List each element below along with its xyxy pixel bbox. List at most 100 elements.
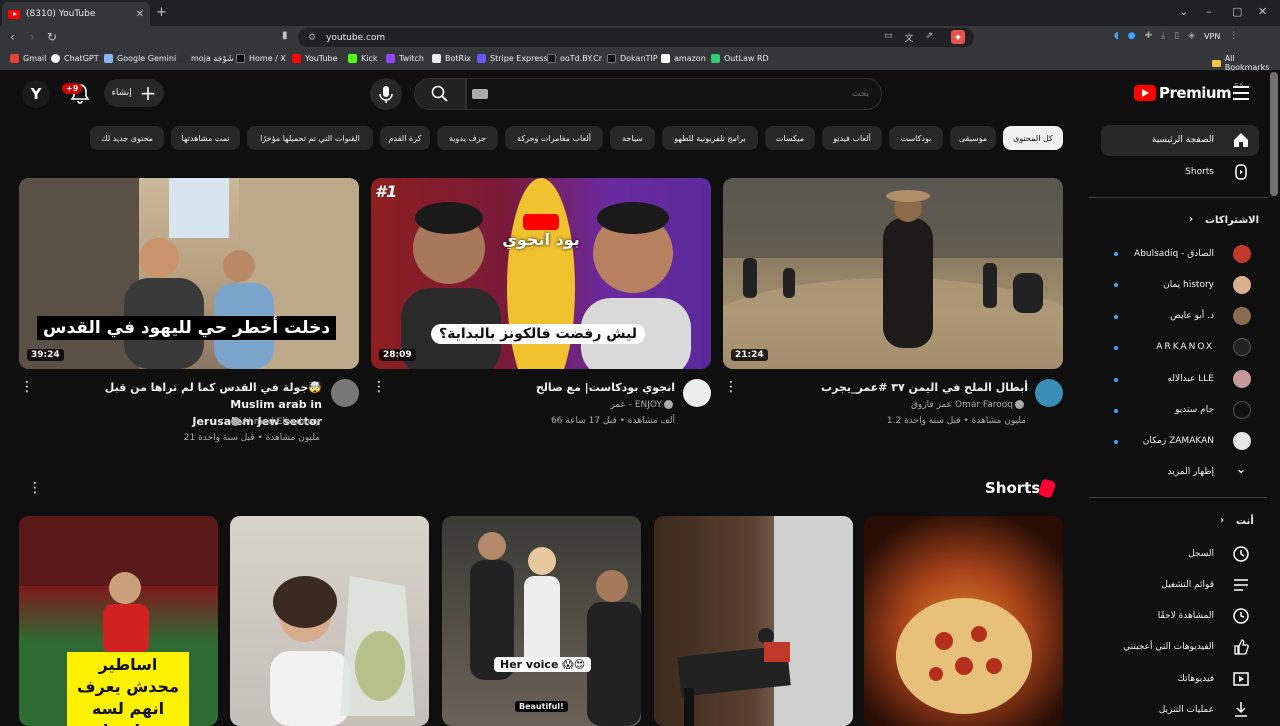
subscription-item[interactable]: يمان history bbox=[1110, 273, 1214, 297]
audio-icon[interactable]: ◖ bbox=[1114, 31, 1119, 41]
voice-search-button[interactable] bbox=[370, 78, 402, 110]
site-info-icon[interactable]: ⚙ bbox=[308, 33, 316, 43]
sidebar-scrollbar[interactable] bbox=[1270, 72, 1278, 196]
chip-tourism[interactable]: سياحة bbox=[610, 126, 655, 150]
translate-icon[interactable]: 文 bbox=[905, 31, 914, 44]
chip-all[interactable]: كل المحتوى bbox=[1003, 126, 1063, 150]
window-close-icon[interactable]: ✕ bbox=[1258, 5, 1267, 18]
tab-search-icon[interactable]: ⌄ bbox=[1179, 5, 1188, 18]
share-icon[interactable]: ⇗ bbox=[926, 31, 934, 44]
video-thumbnail[interactable]: #1 بود انجوي ليش رفضت فالكونز بالبداية؟ … bbox=[371, 178, 711, 369]
keyboard-icon[interactable] bbox=[472, 89, 488, 99]
all-bookmarks-button[interactable]: All Bookmarks bbox=[1212, 54, 1280, 72]
account-avatar[interactable]: Y bbox=[22, 80, 50, 108]
chip-mixes[interactable]: ميكسات bbox=[765, 126, 815, 150]
subscription-item[interactable]: ARKANOX bbox=[1110, 335, 1214, 359]
sidebar-item-playlists[interactable]: قوائم التشغيل bbox=[1110, 573, 1214, 597]
video-more-icon[interactable]: ⋮ bbox=[20, 380, 34, 394]
shorts-more-icon[interactable]: ⋮ bbox=[28, 480, 42, 496]
chevron-right-icon[interactable]: › bbox=[1189, 214, 1193, 225]
subscription-item[interactable]: Abulsadiq - الصادق bbox=[1110, 242, 1214, 266]
chip-music[interactable]: موسيقى bbox=[950, 126, 996, 150]
bookmark-dokantip[interactable]: DokanTIP bbox=[607, 54, 658, 63]
chevron-right-icon[interactable]: › bbox=[1220, 515, 1224, 526]
youtube-premium-logo[interactable]: Premium SA bbox=[1134, 82, 1244, 102]
channel-name[interactable]: عمر - ENJOY bbox=[430, 397, 675, 414]
search-button[interactable] bbox=[414, 78, 466, 110]
chip-cooking-shows[interactable]: برامج تلفزيونية للطهو bbox=[662, 126, 758, 150]
bookmark-twitch[interactable]: Twitch bbox=[386, 54, 424, 63]
sidebar-item-watch-later[interactable]: المشاهدة لاحقًا bbox=[1110, 604, 1214, 628]
close-tab-icon[interactable]: ✕ bbox=[136, 9, 144, 20]
video-thumbnail[interactable]: 21:24 bbox=[723, 178, 1063, 369]
short-thumbnail[interactable] bbox=[654, 516, 853, 726]
chip-podcast[interactable]: بودكاست bbox=[889, 126, 943, 150]
menu-icon[interactable]: ⋮ bbox=[1229, 31, 1238, 41]
subscription-item[interactable]: عبدالاله LLE bbox=[1110, 367, 1214, 391]
you-heading[interactable]: أنت bbox=[1236, 516, 1254, 527]
subscriptions-heading[interactable]: الاشتراكات bbox=[1205, 215, 1259, 226]
sidebar-item-your-videos[interactable]: فيديوهاتك bbox=[1110, 667, 1214, 691]
bookmark-outlaw[interactable]: OutLaw RD bbox=[711, 54, 769, 63]
brave-shield-icon[interactable]: ◆ bbox=[951, 30, 965, 44]
video-thumbnail[interactable]: دخلت أخطر حي لليهود في القدس 39:24 bbox=[19, 178, 359, 369]
puzzle-icon[interactable]: ✚ bbox=[1145, 31, 1153, 41]
sidebar-item-liked-videos[interactable]: الفيديوهات التي أعجبتني bbox=[1110, 635, 1214, 659]
extension-blue-icon[interactable]: ● bbox=[1128, 31, 1136, 41]
bookmark-kick[interactable]: Kick bbox=[348, 54, 378, 63]
forward-icon[interactable]: › bbox=[30, 30, 35, 44]
bookmark-x[interactable]: Home / X bbox=[236, 54, 286, 63]
bookmark-ootd[interactable]: ooTd.BY.Cr bbox=[547, 54, 602, 63]
bookmark-gemini[interactable]: Google Gemini bbox=[104, 54, 176, 63]
url-field[interactable]: ⚙ youtube.com bbox=[298, 28, 974, 47]
subscription-item[interactable]: جام ستديو bbox=[1110, 398, 1214, 422]
back-icon[interactable]: ‹ bbox=[10, 30, 15, 44]
vpn-button[interactable]: VPN bbox=[1204, 32, 1220, 41]
chip-recently-uploaded[interactable]: القنوات التي تم تحميلها مؤخرًا bbox=[247, 126, 373, 150]
cast-icon[interactable]: ▭ bbox=[884, 31, 893, 44]
chip-action-adventure[interactable]: ألعاب مغامرات وحركة bbox=[505, 126, 603, 150]
new-tab-button[interactable]: + bbox=[156, 5, 167, 20]
chip-watched[interactable]: تمت مشاهدتها bbox=[171, 126, 240, 150]
bookmark-icon[interactable]: ▮ bbox=[282, 30, 288, 41]
browser-tab[interactable]: (8310) YouTube ✕ bbox=[2, 2, 150, 26]
chip-video-games[interactable]: ألعاب فيديو bbox=[822, 126, 882, 150]
short-thumbnail[interactable] bbox=[864, 516, 1063, 726]
subscription-item[interactable]: زمكان ZAMAKAN bbox=[1110, 429, 1214, 453]
channel-avatar[interactable] bbox=[1035, 379, 1063, 407]
video-more-icon[interactable]: ⋮ bbox=[372, 380, 386, 394]
wallet-icon[interactable]: ◈ bbox=[1188, 31, 1195, 41]
bookmark-gmail[interactable]: Gmail bbox=[10, 54, 46, 63]
show-more-button[interactable]: إظهار المزيد bbox=[1110, 460, 1214, 484]
video-more-icon[interactable]: ⋮ bbox=[724, 380, 738, 394]
minimize-icon[interactable]: – bbox=[1206, 5, 1212, 18]
chip-crafts[interactable]: جزف يدوية bbox=[437, 126, 498, 150]
maximize-icon[interactable]: ▢ bbox=[1232, 5, 1242, 18]
bookmark-youtube[interactable]: YouTube bbox=[292, 54, 338, 63]
chevron-down-icon[interactable]: ⌄ bbox=[1236, 462, 1246, 476]
chip-new-to-you[interactable]: محتوى جديد لك bbox=[90, 126, 164, 150]
short-thumbnail[interactable]: Her voice 😱😍 Beautiful! bbox=[442, 516, 641, 726]
sidebar-icon[interactable]: ▯ bbox=[1174, 31, 1179, 41]
short-thumbnail[interactable] bbox=[230, 516, 429, 726]
subscription-item[interactable]: د. أبو عايض bbox=[1110, 304, 1214, 328]
sidebar-item-downloads[interactable]: عمليات التنزيل bbox=[1110, 698, 1214, 722]
video-title[interactable]: أبطال الملح في اليمن ٣٧ #عمر_يجرب bbox=[780, 379, 1028, 396]
sidebar-item-shorts[interactable]: Shorts bbox=[1110, 160, 1214, 184]
short-thumbnail[interactable]: اساطير محدش يعرف انهم لسه بيلعبوا bbox=[19, 516, 218, 726]
bookmark-stripe[interactable]: Stripe Express bbox=[477, 54, 548, 63]
bookmark-chatgpt[interactable]: ChatGPT bbox=[51, 54, 99, 63]
hamburger-menu-icon[interactable] bbox=[1233, 86, 1249, 104]
sidebar-item-history[interactable]: السجل bbox=[1110, 542, 1214, 566]
bookmark-moja[interactable]: moja شَوْجَة bbox=[178, 54, 233, 63]
reload-icon[interactable]: ↻ bbox=[47, 30, 57, 44]
video-title[interactable]: انجوي بودكاست| مع صالح bbox=[430, 379, 675, 396]
channel-name[interactable]: Ahmed Elbadawy bbox=[70, 414, 320, 431]
create-button[interactable]: إنشاء + bbox=[104, 79, 164, 107]
chip-football[interactable]: كرة القدم bbox=[380, 126, 430, 150]
channel-name[interactable]: عمر فاروق Omar Farooq bbox=[780, 397, 1026, 414]
bookmark-amazon[interactable]: amazon bbox=[661, 54, 706, 63]
channel-avatar[interactable] bbox=[683, 379, 711, 407]
download-icon[interactable]: ⤓ bbox=[1161, 31, 1165, 41]
bookmark-botrix[interactable]: BotRix bbox=[432, 54, 471, 63]
